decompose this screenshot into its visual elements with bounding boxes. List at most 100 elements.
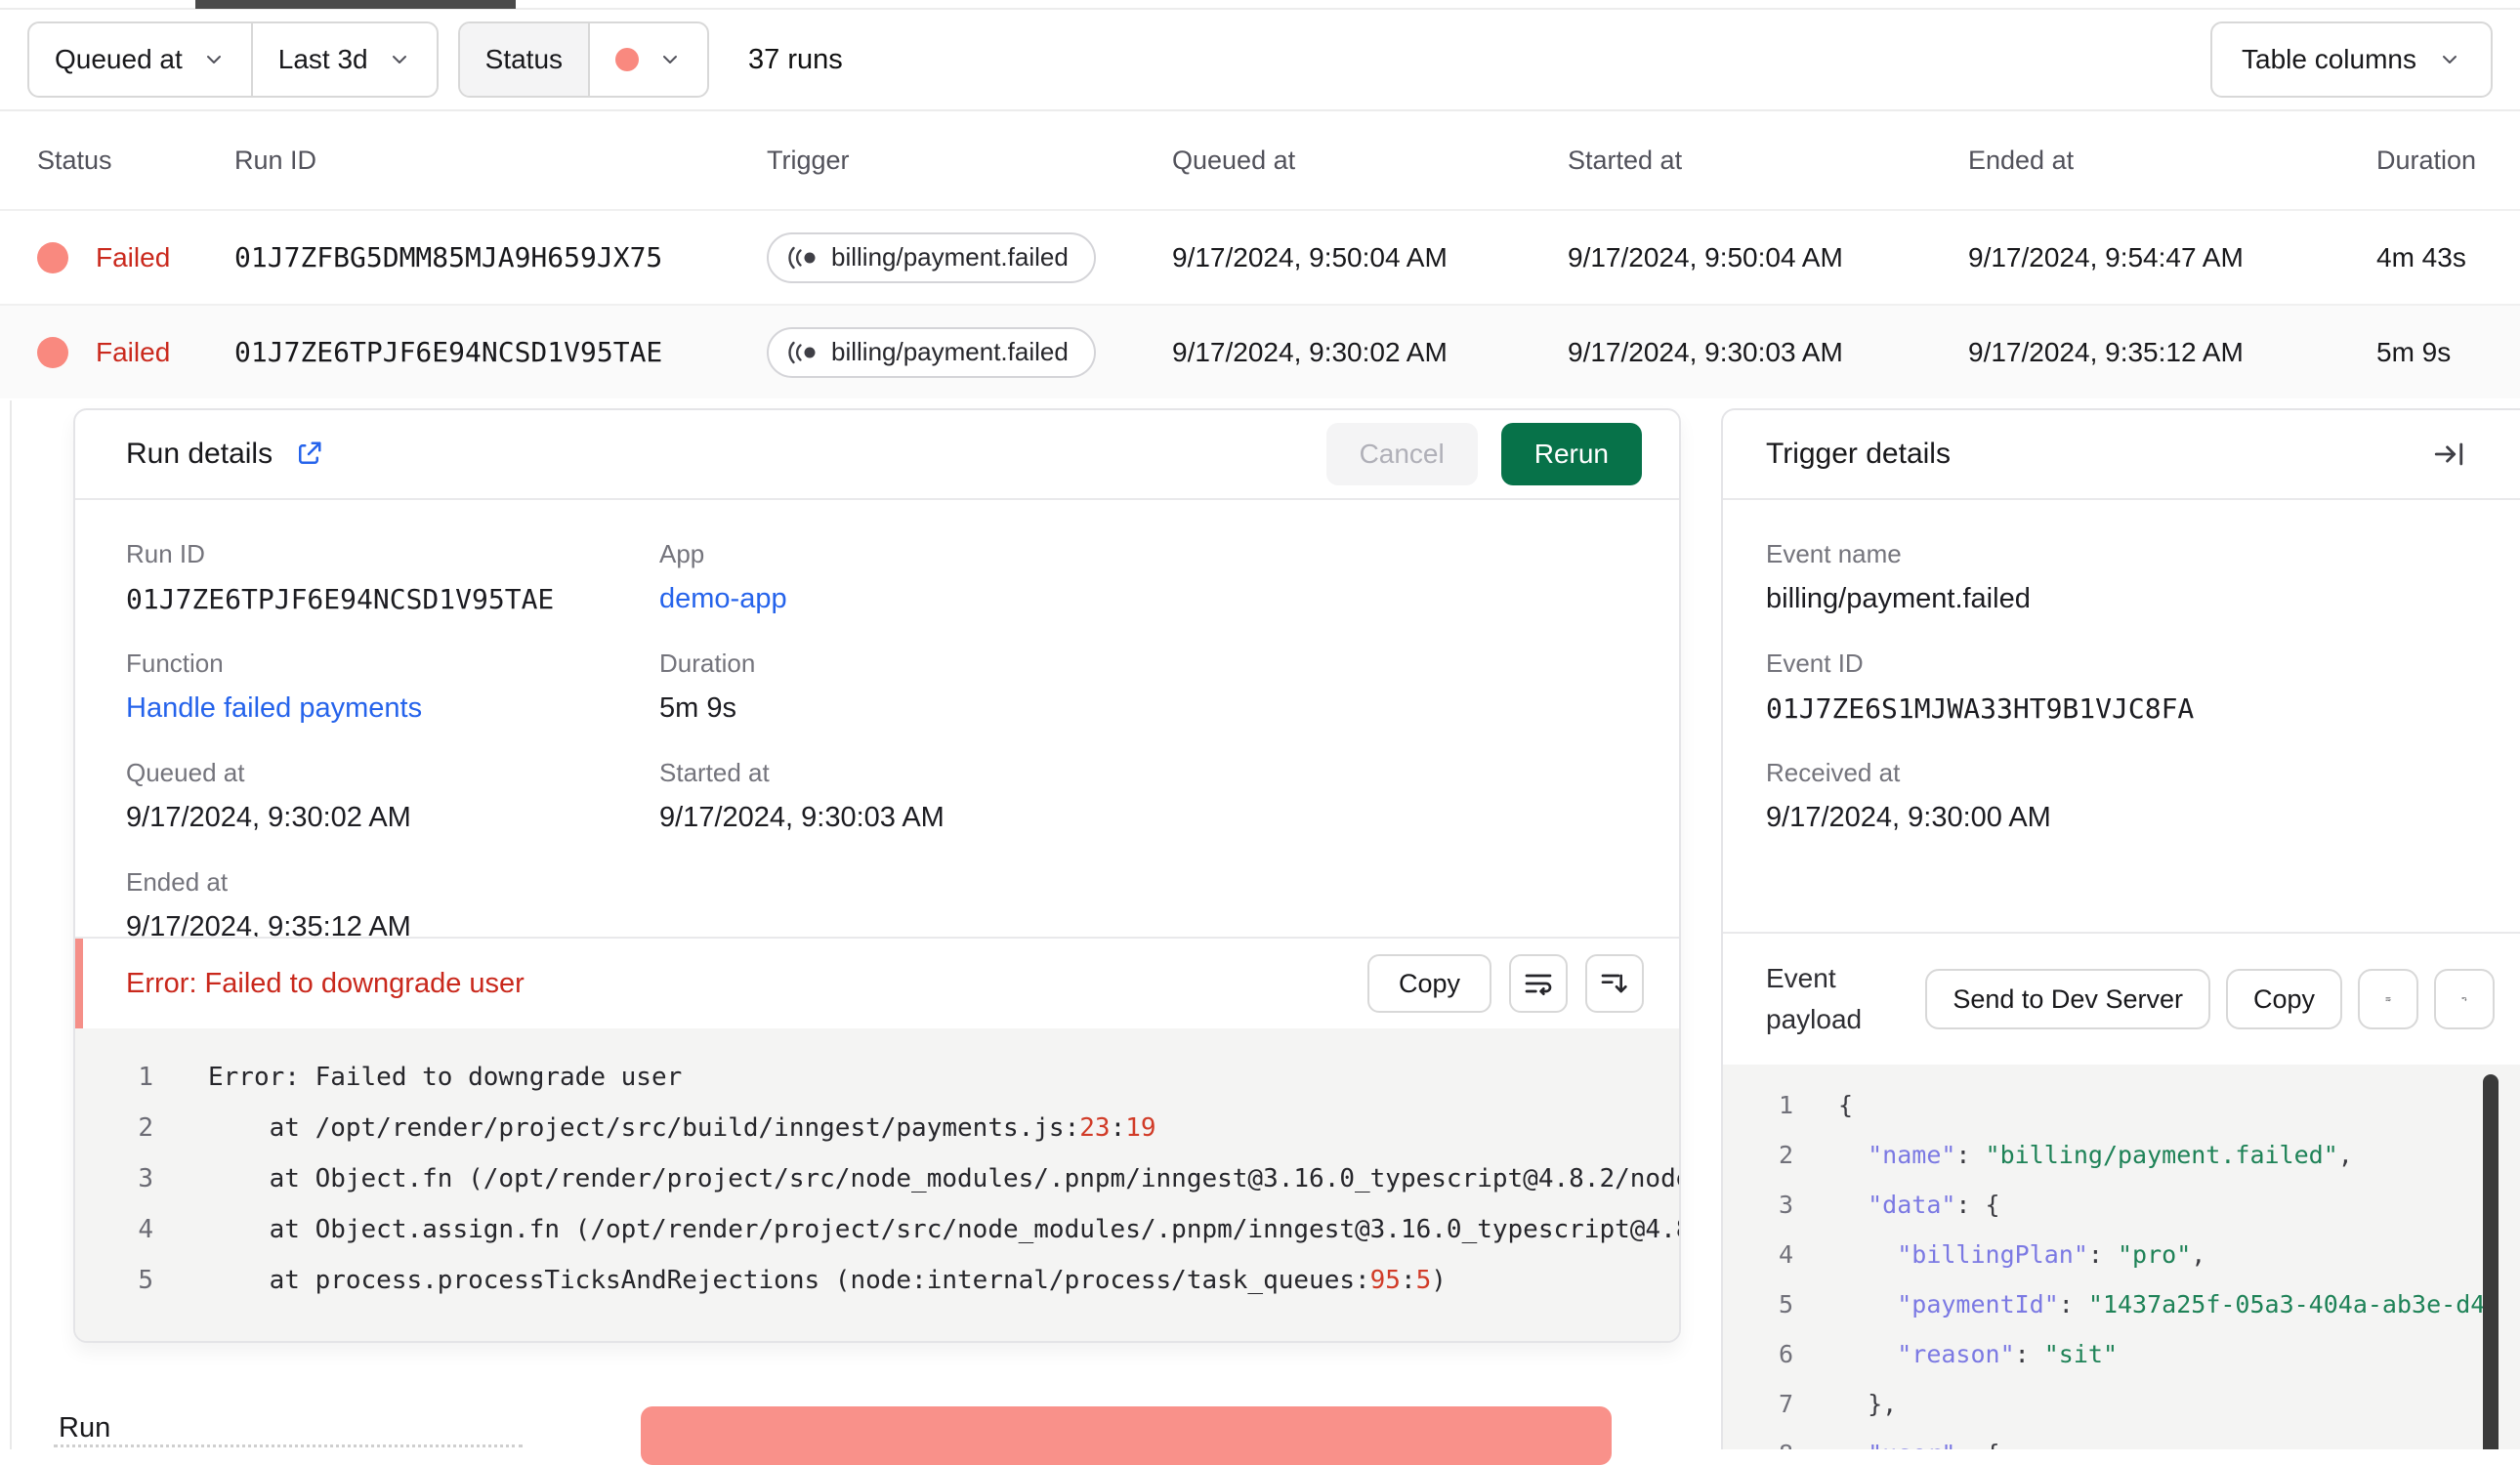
- timeline-run-label: Run: [59, 1412, 111, 1444]
- chevron-down-icon: [2443, 56, 2457, 63]
- function-link[interactable]: Handle failed payments: [126, 692, 659, 725]
- code-text: at Object.assign.fn (/opt/render/project…: [208, 1215, 1679, 1244]
- cancel-button[interactable]: Cancel: [1325, 423, 1478, 485]
- line-number: 3: [1778, 1191, 1793, 1219]
- line-number: 5: [138, 1266, 153, 1295]
- external-link-icon[interactable]: [294, 440, 323, 469]
- run-id: 01J7ZFBG5DMM85MJA9H659JX75: [234, 241, 663, 273]
- code-text: {: [1838, 1091, 1854, 1119]
- code-line: 4 "billingPlan": "pro",: [1723, 1230, 2520, 1279]
- send-to-dev-server-button[interactable]: Send to Dev Server: [1925, 969, 2210, 1029]
- trigger-event-pill[interactable]: billing/payment.failed: [767, 231, 1096, 283]
- code-text: "billingPlan": "pro",: [1897, 1240, 2206, 1269]
- status-cell: Failed: [37, 241, 234, 273]
- code-line: 5 at process.processTicksAndRejections (…: [75, 1255, 1679, 1306]
- arrow-down-lines-icon: [2461, 997, 2467, 1001]
- duration: 5m 9s: [2376, 336, 2452, 367]
- chevron-down-icon: [392, 56, 406, 63]
- code-line: 7 },: [1723, 1379, 2520, 1429]
- trigger-event-pill[interactable]: billing/payment.failed: [767, 326, 1096, 378]
- app-link[interactable]: demo-app: [659, 583, 1628, 615]
- ended-at: 9/17/2024, 9:35:12 AM: [1968, 336, 2244, 367]
- time-filter-group: Queued at Last 3d: [27, 21, 439, 98]
- line-number: 1: [1778, 1091, 1793, 1119]
- code-text: at process.processTicksAndRejections (no…: [208, 1266, 1447, 1295]
- code-text: at Object.fn (/opt/render/project/src/no…: [208, 1164, 1679, 1193]
- timeline-dotted-line: [54, 1444, 523, 1447]
- word-wrap-button[interactable]: [1509, 954, 1568, 1013]
- code-line: 8 "user": {: [1723, 1429, 2520, 1449]
- col-ended-at: Ended at: [1968, 145, 2075, 175]
- run-details-fields: Run ID 01J7ZE6TPJF6E94NCSD1V95TAE App de…: [75, 500, 1679, 942]
- line-number: 1: [138, 1063, 153, 1092]
- event-payload-title: Event payload: [1766, 963, 1863, 1034]
- error-controls: Copy: [1366, 954, 1644, 1013]
- collapse-panel-icon[interactable]: [2432, 438, 2465, 471]
- field-started-at: Started at 9/17/2024, 9:30:03 AM: [659, 758, 945, 833]
- status-filter-group: Status: [457, 21, 710, 98]
- status-failed-dot: [615, 48, 640, 71]
- trigger-details-header: Trigger details: [1723, 410, 2520, 500]
- code-line: 2 "name": "billing/payment.failed",: [1723, 1130, 2520, 1180]
- run-id: 01J7ZE6TPJF6E94NCSD1V95TAE: [234, 336, 663, 368]
- time-range-label: Last 3d: [277, 44, 368, 74]
- arrow-down-lines-icon: [1601, 974, 1627, 993]
- code-line: 5 "paymentId": "1437a25f-05a3-404a-ab3e-…: [1723, 1279, 2520, 1329]
- copy-payload-button[interactable]: Copy: [2225, 969, 2342, 1029]
- col-started-at: Started at: [1568, 145, 1683, 175]
- code-line: 3 at Object.fn (/opt/render/project/src/…: [75, 1153, 1679, 1204]
- event-payload-header: Event payload Send to Dev Server Copy: [1723, 932, 2520, 1065]
- code-text: "name": "billing/payment.failed",: [1868, 1141, 2353, 1169]
- word-wrap-button[interactable]: [2358, 969, 2418, 1029]
- table-row[interactable]: Failed 01J7ZFBG5DMM85MJA9H659JX75 billin…: [0, 209, 2520, 304]
- event-icon: [788, 341, 816, 363]
- queued-at: 9/17/2024, 9:50:04 AM: [1172, 241, 1448, 272]
- started-at: 9/17/2024, 9:50:04 AM: [1568, 241, 1843, 272]
- time-range-dropdown[interactable]: Last 3d: [250, 23, 437, 96]
- code-line: 4 at Object.assign.fn (/opt/render/proje…: [75, 1204, 1679, 1255]
- table-row[interactable]: Failed 01J7ZE6TPJF6E94NCSD1V95TAE billin…: [0, 304, 2520, 398]
- col-trigger: Trigger: [767, 145, 850, 175]
- error-header: Error: Failed to downgrade user Copy: [75, 937, 1679, 1028]
- time-field-dropdown[interactable]: Queued at: [29, 23, 251, 96]
- line-number: 3: [138, 1164, 153, 1193]
- trigger-details-fields: Event name billing/payment.failed Event …: [1723, 500, 2520, 932]
- field-function: Function Handle failed payments: [126, 649, 659, 725]
- code-text: },: [1838, 1390, 1898, 1418]
- scroll-to-bottom-button[interactable]: [1585, 954, 1644, 1013]
- expanded-row-border: [10, 400, 12, 1449]
- payload-scrollbar-thumb[interactable]: [2483, 1074, 2499, 1449]
- table-columns-button[interactable]: Table columns: [2210, 21, 2493, 98]
- col-run-id: Run ID: [234, 145, 317, 175]
- queued-at: 9/17/2024, 9:30:02 AM: [1172, 336, 1448, 367]
- status-cell: Failed: [37, 336, 234, 368]
- status-filter-label: Status: [459, 23, 589, 96]
- code-text: "reason": "sit": [1897, 1340, 2119, 1368]
- event-payload-code[interactable]: 1{2 "name": "billing/payment.failed", 3 "…: [1723, 1065, 2520, 1449]
- chevron-down-icon: [206, 56, 221, 63]
- field-received-at: Received at 9/17/2024, 9:30:00 AM: [1766, 758, 2051, 833]
- copy-error-button[interactable]: Copy: [1366, 954, 1491, 1013]
- status-filter-dropdown[interactable]: [588, 23, 707, 96]
- line-number: 4: [1778, 1240, 1793, 1269]
- trigger-details-panel: Trigger details Event name billing/payme…: [1721, 408, 2520, 1449]
- event-icon: [788, 246, 816, 269]
- run-timeline-bar[interactable]: [641, 1406, 1612, 1465]
- wrap-text-icon: [2385, 997, 2391, 1002]
- scroll-to-bottom-button[interactable]: [2434, 969, 2495, 1029]
- code-text: "paymentId": "1437a25f-05a3-404a-ab3e-d4…: [1897, 1290, 2500, 1318]
- line-number: 6: [1778, 1340, 1793, 1368]
- field-event-name: Event name billing/payment.failed: [1766, 539, 2031, 614]
- failed-status-icon: [37, 336, 68, 368]
- code-line: 6 "reason": "sit": [1723, 1329, 2520, 1379]
- code-line: 2 at /opt/render/project/src/build/innge…: [75, 1103, 1679, 1153]
- code-text: "data": {: [1868, 1191, 2000, 1219]
- field-queued-at: Queued at 9/17/2024, 9:30:02 AM: [126, 758, 411, 833]
- line-number: 8: [1723, 1440, 1793, 1449]
- rerun-button[interactable]: Rerun: [1500, 423, 1642, 485]
- stack-trace-code[interactable]: 1 Error: Failed to downgrade user 2 at /op…: [75, 1028, 1679, 1341]
- field-ended-at: Ended at 9/17/2024, 9:35:12 AM: [126, 867, 411, 942]
- col-status: Status: [37, 145, 112, 175]
- run-actions: Cancel Rerun: [1325, 423, 1642, 485]
- code-line: 3 "data": {: [1723, 1180, 2520, 1230]
